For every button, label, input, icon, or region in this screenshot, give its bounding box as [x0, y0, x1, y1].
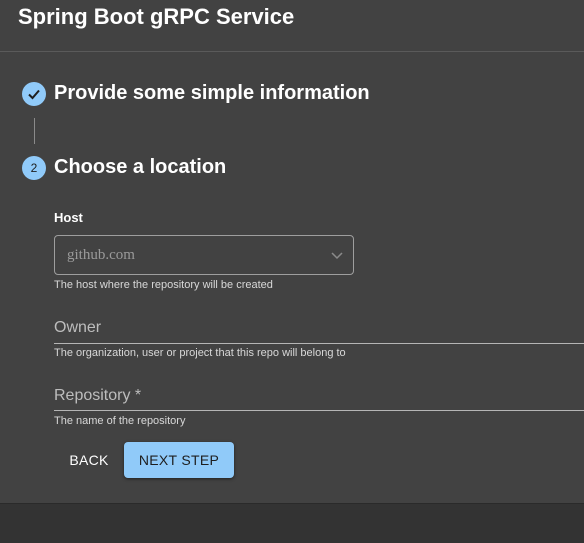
owner-helper-text: The organization, user or project that t…	[54, 347, 346, 359]
step-2-number-icon: 2	[22, 156, 46, 180]
next-step-button[interactable]: NEXT STEP	[124, 442, 234, 478]
host-select-value: github.com	[67, 247, 135, 263]
step-2-title: Choose a location	[54, 156, 227, 178]
host-label: Host	[54, 210, 83, 225]
step-completed-check-icon	[22, 82, 46, 106]
chevron-down-icon	[331, 252, 343, 260]
owner-input-underline[interactable]	[54, 343, 584, 344]
host-select[interactable]: github.com	[54, 235, 354, 275]
repository-helper-text: The name of the repository	[54, 415, 186, 427]
step-1-title[interactable]: Provide some simple information	[54, 81, 370, 105]
page-title: Spring Boot gRPC Service	[18, 4, 295, 29]
footer-bar	[0, 503, 584, 543]
repository-field-label[interactable]: Repository *	[54, 387, 141, 405]
owner-field-label[interactable]: Owner	[54, 319, 101, 337]
repository-input-underline[interactable]	[54, 410, 584, 411]
step-connector	[34, 118, 35, 144]
back-button[interactable]: BACK	[60, 443, 118, 477]
app-header: Spring Boot gRPC Service	[0, 0, 584, 52]
host-helper-text: The host where the repository will be cr…	[54, 279, 273, 291]
